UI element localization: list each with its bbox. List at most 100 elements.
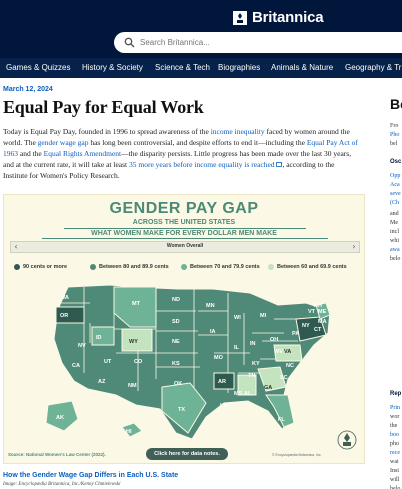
sidebar-text: incl bbox=[390, 229, 399, 235]
data-notes-button[interactable]: Click here for data notes. bbox=[146, 448, 228, 460]
legend-item: Between 80 and 89.9 cents bbox=[90, 264, 169, 270]
nav-biographies[interactable]: Biographies bbox=[218, 63, 260, 72]
paragraph-text: and the bbox=[18, 149, 44, 158]
svg-text:AR: AR bbox=[218, 379, 226, 385]
svg-text:WI: WI bbox=[234, 315, 241, 321]
sidebar-link[interactable]: boo bbox=[390, 431, 399, 440]
svg-text:ID: ID bbox=[96, 335, 102, 341]
divider bbox=[64, 228, 306, 229]
category-selector[interactable]: ‹ Women Overall › bbox=[10, 241, 360, 253]
svg-text:NM: NM bbox=[128, 383, 137, 389]
svg-text:NC: NC bbox=[286, 363, 294, 369]
infographic-subtitle-2: WHAT WOMEN MAKE FOR EVERY DOLLAR MEN MAK… bbox=[91, 230, 277, 237]
svg-text:MO: MO bbox=[214, 355, 224, 361]
legend-swatch bbox=[90, 264, 96, 270]
nav-animals-nature[interactable]: Animals & Nature bbox=[271, 63, 333, 72]
svg-text:IA: IA bbox=[210, 329, 216, 335]
sidebar-text: Fro bbox=[390, 123, 399, 129]
sidebar-link[interactable]: awa bbox=[390, 246, 400, 255]
svg-text:TN: TN bbox=[248, 373, 255, 379]
legend-label: Between 80 and 89.9 cents bbox=[99, 264, 169, 270]
svg-text:IL: IL bbox=[234, 345, 240, 351]
infographic-caption-link[interactable]: How the Gender Wage Gap Differs in Each … bbox=[3, 472, 178, 479]
svg-text:AZ: AZ bbox=[98, 379, 106, 385]
svg-text:MA: MA bbox=[318, 319, 327, 325]
svg-text:VT: VT bbox=[308, 309, 316, 315]
legend-swatch bbox=[181, 264, 187, 270]
svg-text:ME: ME bbox=[318, 309, 327, 315]
svg-text:NV: NV bbox=[78, 343, 86, 349]
sidebar-link[interactable]: Prin bbox=[390, 404, 400, 413]
svg-text:MS: MS bbox=[234, 391, 243, 397]
brand-logo[interactable]: Britannica bbox=[233, 9, 324, 26]
sidebar-heading: Be bbox=[390, 96, 402, 112]
svg-text:FL: FL bbox=[278, 417, 285, 423]
svg-text:CO: CO bbox=[134, 359, 143, 365]
hi-state[interactable] bbox=[121, 422, 143, 438]
britannica-thistle-icon bbox=[337, 430, 357, 450]
sidebar-link[interactable]: rece bbox=[390, 449, 400, 458]
sidebar-link[interactable]: Pho bbox=[390, 131, 399, 140]
svg-text:UT: UT bbox=[104, 359, 112, 365]
svg-text:OH: OH bbox=[270, 337, 278, 343]
us-states-map[interactable]: WA OR CA ID NV MT WY UT AZ CO NM ND SD N… bbox=[38, 283, 334, 441]
svg-text:MN: MN bbox=[206, 303, 215, 309]
legend-item: Between 70 and 79.9 cents bbox=[181, 264, 260, 270]
legend-label: Between 60 and 69.9 cents bbox=[277, 264, 347, 270]
search-icon[interactable] bbox=[124, 37, 135, 48]
legend-swatch bbox=[268, 264, 274, 270]
svg-text:WA: WA bbox=[60, 295, 69, 301]
legend-label: Between 70 and 79.9 cents bbox=[190, 264, 260, 270]
sidebar-text: pho bbox=[390, 441, 399, 447]
link-gender-wage-gap[interactable]: gender wage gap bbox=[38, 138, 89, 147]
svg-text:WY: WY bbox=[129, 339, 138, 345]
sidebar-text: whi bbox=[390, 238, 399, 244]
svg-text:ND: ND bbox=[172, 297, 180, 303]
sidebar-link[interactable]: (Ch bbox=[390, 199, 399, 208]
nav-geography-travel[interactable]: Geography & Tr bbox=[345, 63, 401, 72]
link-income-inequality[interactable]: income inequality bbox=[211, 127, 265, 136]
sidebar-link[interactable]: seve bbox=[390, 190, 401, 199]
svg-text:HI: HI bbox=[126, 429, 132, 435]
gender-pay-gap-infographic: GENDER PAY GAP ACROSS THE UNITED STATES … bbox=[3, 194, 365, 464]
selected-category: Women Overall bbox=[166, 243, 204, 249]
paragraph-text: Today is Equal Pay Day, founded in 1996 … bbox=[3, 127, 211, 136]
main-nav: Games & Quizzes History & Society Scienc… bbox=[0, 58, 402, 78]
article-date: March 12, 2024 bbox=[3, 86, 53, 93]
legend-item: Between 60 and 69.9 cents bbox=[268, 264, 347, 270]
svg-text:SD: SD bbox=[172, 319, 180, 325]
link-equal-rights-amendment[interactable]: Equal Rights Amendment bbox=[44, 149, 122, 158]
search-input[interactable] bbox=[140, 34, 400, 51]
paragraph-text: has long been controversial, and despite… bbox=[88, 138, 307, 147]
svg-text:CA: CA bbox=[72, 363, 80, 369]
svg-text:MI: MI bbox=[260, 313, 267, 319]
sidebar-subheading: Rep bbox=[390, 391, 402, 397]
svg-text:IN: IN bbox=[250, 341, 256, 347]
legend-item: 90 cents or more bbox=[14, 264, 67, 270]
sidebar-text: will bbox=[390, 477, 400, 483]
search-bar[interactable] bbox=[114, 32, 402, 53]
chevron-right-icon[interactable]: › bbox=[349, 242, 359, 252]
legend-swatch bbox=[14, 264, 20, 270]
copyright-notice: © Encyclopædia Britannica, Inc. bbox=[272, 453, 322, 457]
svg-text:GA: GA bbox=[264, 385, 272, 391]
sidebar-link[interactable]: Aca bbox=[390, 181, 400, 190]
map-legend: 90 cents or more Between 80 and 89.9 cen… bbox=[10, 264, 362, 274]
nav-games-quizzes[interactable]: Games & Quizzes bbox=[6, 63, 70, 72]
svg-text:VA: VA bbox=[284, 349, 291, 355]
sidebar-link[interactable]: Opp bbox=[390, 172, 400, 181]
nav-science-tech[interactable]: Science & Tech bbox=[155, 63, 210, 72]
svg-text:NE: NE bbox=[172, 339, 180, 345]
sidebar-text: bel bbox=[390, 141, 398, 147]
sidebar-subheading: Osc bbox=[390, 159, 402, 165]
svg-text:KY: KY bbox=[252, 361, 260, 367]
link-35-more-years[interactable]: 35 more years before income equality is … bbox=[129, 160, 275, 169]
svg-text:PA: PA bbox=[292, 331, 299, 337]
svg-text:OK: OK bbox=[174, 381, 182, 387]
svg-text:TX: TX bbox=[178, 407, 185, 413]
sidebar-text: and bbox=[390, 211, 399, 217]
sidebar-text: the bbox=[390, 423, 398, 429]
nav-history-society[interactable]: History & Society bbox=[82, 63, 143, 72]
svg-text:CT: CT bbox=[314, 327, 322, 333]
sidebar-text: belo bbox=[390, 486, 401, 489]
